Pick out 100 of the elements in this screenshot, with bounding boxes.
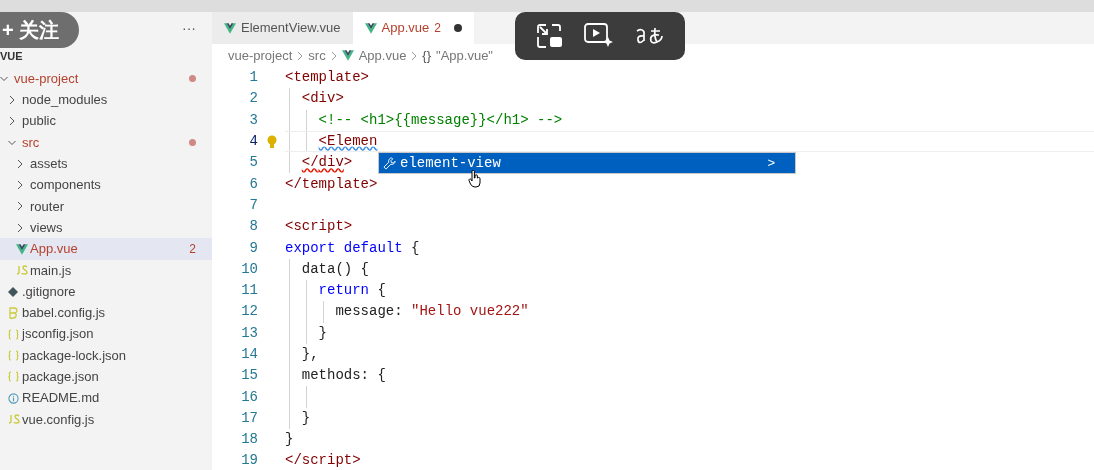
tree-item[interactable]: package-lock.json [0,344,212,367]
tree-item-label: components [30,176,101,195]
code-token: <script> [285,217,353,237]
chevron-right-icon [330,50,337,61]
line-number: 4 [248,132,258,152]
code-token: } [301,408,311,428]
chevron-right-icon [8,94,16,105]
suggestion-item[interactable]: element-view > [379,153,795,174]
tree-item[interactable]: node_modules [0,89,212,111]
breadcrumb-item[interactable]: App.vue [358,45,407,66]
line-number: 14 [240,345,258,364]
line-number: 15 [240,366,258,386]
line-number: 12 [240,302,258,322]
tree-item-label: src [22,133,40,152]
code-token: "Hello vue222" [411,302,529,322]
code-token: export default [285,238,403,258]
code-token: </ [301,153,319,173]
tree-item-label: .gitignore [22,282,76,301]
video-sparkle-icon[interactable] [584,23,614,49]
error-count: 2 [189,241,196,258]
line-number: 7 [248,195,258,215]
code-token: { [410,238,420,258]
tree-item[interactable]: components [0,174,212,196]
line-number: 1 [248,68,258,88]
section-title[interactable]: VUE [0,47,23,65]
error-count: 2 [434,20,441,37]
tree-item[interactable]: main.js [0,259,212,281]
js-icon [16,265,28,276]
code-token: } [285,430,294,450]
tree-item[interactable]: vue-project [0,68,212,90]
follow-button[interactable]: + 关注 [0,12,79,48]
braces-icon [8,328,19,340]
code-token: } [318,323,327,343]
tree-item[interactable]: src [0,131,212,154]
code-token: </template> [285,174,378,194]
tree-item[interactable]: assets [0,153,212,175]
tree-item[interactable]: README.md [0,387,212,409]
tree-item-label: main.js [30,261,72,280]
tree-item-label: App.vue [30,240,78,259]
line-number: 9 [248,238,258,258]
tree-item[interactable]: .gitignore [0,280,212,303]
code-token: data() { [301,259,369,279]
breadcrumb-item[interactable]: src [308,45,326,66]
tree-item-label: package-lock.json [22,346,127,365]
tree-item[interactable]: views [0,217,212,239]
tree-item[interactable]: public [0,110,212,132]
vue-icon [16,243,28,255]
code-token: <div> [301,89,344,109]
tree-item[interactable]: jsconfig.json [0,323,212,345]
braces-icon: {} [422,45,432,66]
js-icon [8,414,20,425]
more-icon[interactable]: ··· [182,18,196,39]
line-number: 18 [240,430,258,450]
tree-item[interactable]: vue.config.js [0,408,212,431]
picture-in-picture-icon[interactable] [537,24,564,48]
code-token: return [318,281,369,301]
breadcrumb-item[interactable]: "App.vue" [436,45,493,66]
line-number: 6 [248,174,258,194]
line-number: 13 [240,323,258,343]
chevron-right-icon [297,50,304,61]
line-number: 5 [248,153,258,173]
code-token: > [343,153,353,173]
editor-tab[interactable]: App.vue 2 [352,12,474,44]
tree-item-label: views [30,218,63,237]
code-token: }, [301,345,319,364]
line-number: 17 [240,408,258,428]
line-number: 10 [240,259,258,279]
tree-item[interactable]: babel.config.js [0,302,212,324]
code-token: </script> [285,451,361,470]
line-number: 16 [240,387,258,407]
line-number: 11 [240,281,258,301]
tree-item[interactable]: router [0,195,212,218]
braces-icon [8,350,19,361]
tab-label: ElementView.vue [241,19,341,38]
code-token: { [376,281,386,301]
chevron-right-icon [8,116,16,127]
line-number: 8 [248,217,258,237]
translate-icon[interactable] [634,25,663,47]
chevron-right-icon [16,180,24,191]
code-token: methods: { [301,366,386,386]
code-token: <!-- <h1>{{message}}</h1> --> [318,110,563,130]
breadcrumb-item[interactable]: vue-project [228,45,293,66]
vue-icon [341,50,354,61]
vue-icon [364,22,377,34]
code-token: div [318,153,344,173]
line-number: 3 [248,110,258,130]
tree-item-label: README.md [22,389,100,408]
tree-item-label: node_modules [22,91,108,110]
b-icon [8,306,18,319]
wrench-icon [383,156,396,170]
tree-item[interactable]: App.vue 2 [0,238,212,260]
tree-item-label: jsconfig.json [22,325,94,344]
details-chevron[interactable]: > [767,153,791,173]
tree-item[interactable]: package.json [0,366,212,388]
braces-icon [8,371,19,383]
editor-tab[interactable]: ElementView.vue [212,12,353,44]
suggestion-label: element-view [400,153,501,173]
chevron-right-icon [411,50,418,61]
line-number: 19 [240,451,258,470]
tree-item-label: vue-project [14,69,79,88]
